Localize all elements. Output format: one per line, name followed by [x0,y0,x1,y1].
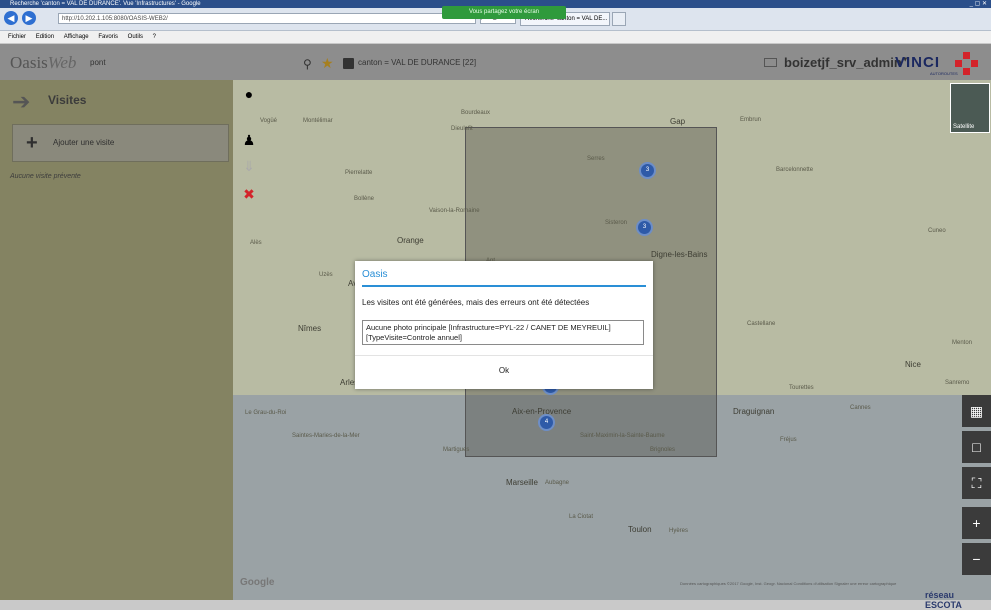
vinci-logo: VINCI [895,54,941,71]
vinci-mark-icon [955,52,978,75]
filter-icon[interactable] [343,58,354,69]
filter-label[interactable]: canton = VAL DE DURANCE [22] [358,58,476,67]
menu-help[interactable]: ? [153,34,156,40]
app-name: Oasis [10,53,48,72]
forward-icon[interactable]: ▶ [22,11,36,25]
dialog-title: Oasis [362,269,388,280]
app-header: OasisWeb pont ⚲ ★ canton = VAL DE DURANC… [0,44,991,80]
new-tab-button[interactable] [612,12,626,26]
dialog-title-rule [362,285,646,287]
window-controls[interactable]: _ ▢ ✕ [970,0,987,8]
menu-bar: Fichier Edition Affichage Favoris Outils… [0,31,991,44]
menu-fichier[interactable]: Fichier [8,34,26,40]
back-icon[interactable]: ◀ [4,11,18,25]
search-input[interactable]: pont [90,58,106,67]
menu-edition[interactable]: Edition [36,34,54,40]
url-field[interactable]: http://10.202.1.105:8080/OASIS-WEB2/ [58,13,476,24]
share-banner: Vous partagez votre écran [442,6,566,19]
dialog-divider [355,355,653,356]
username-text: boizetjf_srv_admin [784,55,902,70]
search-icon[interactable]: ⚲ [303,57,312,71]
dialog-message: Les visites ont été générées, mais des e… [362,298,590,307]
app-name-suffix: Web [47,53,77,72]
menu-favoris[interactable]: Favoris [98,34,118,40]
browser-title: Recherche 'canton = VAL DE DURANCE'. Vue… [10,1,201,7]
menu-affichage[interactable]: Affichage [64,34,89,40]
star-icon[interactable]: ★ [321,55,334,72]
username[interactable]: boizetjf_srv_admin▼ [784,55,909,70]
menu-outils[interactable]: Outils [128,34,143,40]
mail-icon[interactable] [764,58,777,67]
dialog-detail: Aucune photo principale [Infrastructure=… [362,320,644,345]
error-dialog: Oasis Les visites ont été générées, mais… [355,261,653,389]
ok-button[interactable]: Ok [485,363,523,379]
app-logo[interactable]: OasisWeb [10,53,76,73]
